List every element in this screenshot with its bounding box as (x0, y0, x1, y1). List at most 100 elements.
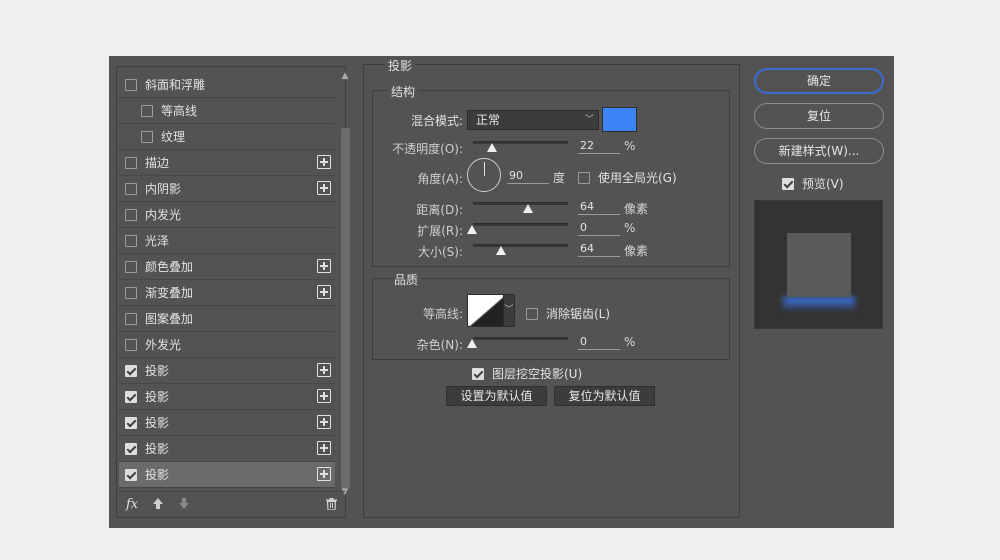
preview-toggle[interactable]: 预览(V) (782, 175, 844, 192)
style-label: 投影 (145, 390, 170, 404)
noise-slider-thumb[interactable] (467, 339, 477, 348)
style-checkbox[interactable] (141, 104, 153, 117)
style-checkbox[interactable] (125, 234, 137, 247)
style-row[interactable]: 纹理 (119, 124, 335, 150)
reset-default-button[interactable]: 复位为默认值 (554, 386, 655, 406)
distance-input[interactable]: 64 (578, 200, 620, 215)
style-row[interactable]: 等高线 (119, 98, 335, 124)
add-effect-icon[interactable] (317, 467, 331, 481)
blend-mode-select[interactable]: 正常 ﹀ (467, 110, 599, 130)
noise-unit: % (624, 335, 636, 349)
size-label: 大小(S): (417, 245, 463, 259)
style-checkbox[interactable] (125, 182, 137, 195)
style-label: 光泽 (145, 234, 170, 248)
move-up-icon[interactable] (152, 497, 164, 514)
style-checkbox[interactable] (125, 260, 137, 273)
style-row[interactable]: 渐变叠加 (119, 280, 335, 306)
size-slider-track[interactable] (473, 244, 568, 247)
add-effect-icon[interactable] (317, 441, 331, 455)
style-row[interactable]: 图案叠加 (119, 306, 335, 332)
reset-button[interactable]: 复位 (754, 103, 884, 129)
style-checkbox[interactable] (125, 156, 137, 169)
shadow-color-swatch[interactable] (602, 107, 637, 132)
add-effect-icon[interactable] (317, 181, 331, 195)
spread-slider-track[interactable] (473, 223, 568, 226)
style-label: 投影 (145, 468, 170, 482)
trash-icon[interactable] (326, 498, 337, 511)
add-effect-icon[interactable] (317, 259, 331, 273)
structure-title: 结构 (388, 83, 419, 100)
style-row[interactable]: 颜色叠加 (119, 254, 335, 280)
global-light-toggle[interactable]: 使用全局光(G) (578, 169, 677, 186)
scroll-up-arrow-icon[interactable]: ▲ (338, 70, 352, 82)
style-list-scrollbar[interactable]: ▲ ▼ (338, 70, 352, 500)
preview-checkbox[interactable] (782, 177, 794, 190)
style-checkbox[interactable] (125, 78, 137, 91)
style-row[interactable]: 光泽 (119, 228, 335, 254)
add-effect-icon[interactable] (317, 363, 331, 377)
drop-shadow-title: 投影 (385, 57, 416, 74)
noise-label: 杂色(N): (416, 338, 463, 352)
style-checkbox[interactable] (125, 390, 137, 403)
style-preview-thumbnail (754, 200, 883, 329)
global-light-checkbox[interactable] (578, 171, 590, 184)
style-checkbox[interactable] (125, 286, 137, 299)
style-label: 内阴影 (145, 182, 182, 196)
spread-input[interactable]: 0 (578, 221, 620, 236)
style-row[interactable]: 投影 (119, 410, 335, 436)
contour-preview[interactable] (467, 294, 505, 327)
anti-alias-checkbox[interactable] (526, 307, 538, 320)
style-row[interactable]: 内发光 (119, 202, 335, 228)
noise-slider-track[interactable] (473, 337, 568, 340)
style-checkbox[interactable] (125, 364, 137, 377)
style-checkbox[interactable] (125, 338, 137, 351)
size-input[interactable]: 64 (578, 242, 620, 257)
style-row[interactable]: 投影 (119, 462, 335, 488)
chevron-down-icon: ﹀ (584, 115, 594, 125)
style-row[interactable]: 描边 (119, 150, 335, 176)
add-effect-icon[interactable] (317, 285, 331, 299)
angle-input[interactable]: 90 (507, 169, 549, 184)
style-checkbox[interactable] (125, 468, 137, 481)
fx-menu-button[interactable]: fx (126, 497, 138, 512)
style-checkbox[interactable] (125, 312, 137, 325)
angle-dial[interactable] (467, 158, 501, 192)
ok-button[interactable]: 确定 (754, 68, 884, 94)
style-checkbox[interactable] (125, 208, 137, 221)
style-checkbox[interactable] (125, 442, 137, 455)
distance-slider-thumb[interactable] (523, 204, 533, 213)
add-effect-icon[interactable] (317, 415, 331, 429)
opacity-input[interactable]: 22 (578, 139, 620, 154)
contour-dropdown-arrow-icon[interactable]: ﹀ (503, 294, 515, 327)
anti-alias-toggle[interactable]: 消除锯齿(L) (526, 305, 610, 322)
style-row[interactable]: 斜面和浮雕 (119, 72, 335, 98)
knockout-toggle[interactable]: 图层挖空投影(U) (472, 365, 582, 382)
scroll-thumb[interactable] (341, 128, 350, 488)
angle-unit: 度 (553, 171, 566, 185)
opacity-slider-thumb[interactable] (487, 143, 497, 152)
add-effect-icon[interactable] (317, 389, 331, 403)
opacity-unit: % (624, 139, 636, 153)
set-default-button[interactable]: 设置为默认值 (446, 386, 547, 406)
style-checkbox[interactable] (141, 130, 153, 143)
style-row[interactable]: 投影 (119, 436, 335, 462)
style-label: 外发光 (145, 338, 182, 352)
spread-slider-thumb[interactable] (467, 225, 477, 234)
distance-slider-track[interactable] (473, 202, 568, 205)
size-slider-thumb[interactable] (496, 246, 506, 255)
style-list: 斜面和浮雕 等高线 纹理 描边 内阴影 内发光 光泽 颜色叠加 渐变叠加 图案叠加 外发光 投影 投影投… (119, 72, 335, 488)
style-label: 描边 (145, 156, 170, 170)
style-row[interactable]: 投影 (119, 384, 335, 410)
new-style-button[interactable]: 新建样式(W)... (754, 138, 884, 164)
style-row[interactable]: 外发光 (119, 332, 335, 358)
style-label: 渐变叠加 (145, 286, 194, 300)
style-row[interactable]: 投影 (119, 358, 335, 384)
style-checkbox[interactable] (125, 416, 137, 429)
move-down-icon[interactable] (178, 497, 190, 514)
angle-label: 角度(A): (417, 172, 463, 186)
add-effect-icon[interactable] (317, 155, 331, 169)
style-list-footer: fx (117, 491, 345, 517)
knockout-checkbox[interactable] (472, 367, 484, 380)
style-row[interactable]: 内阴影 (119, 176, 335, 202)
noise-input[interactable]: 0 (578, 335, 620, 350)
